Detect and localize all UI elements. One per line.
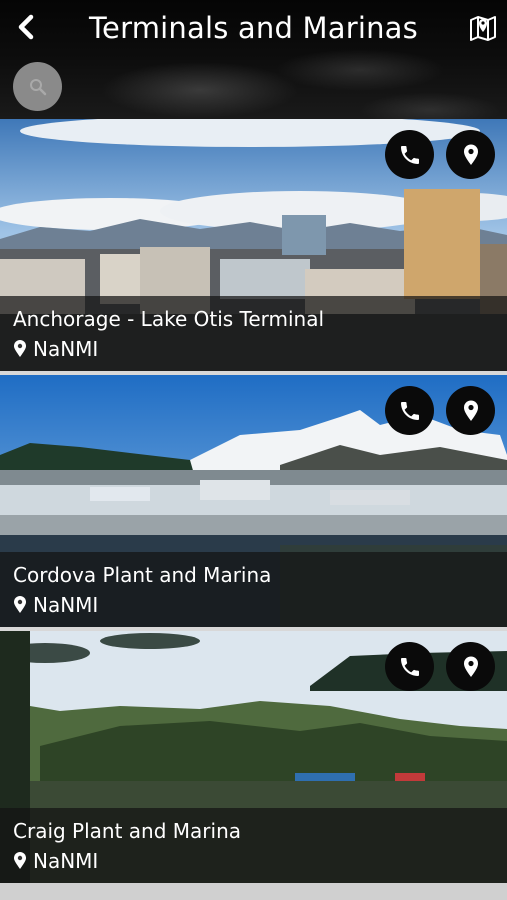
directions-button[interactable] (446, 642, 495, 691)
phone-icon (400, 145, 419, 164)
call-button[interactable] (385, 642, 434, 691)
terminal-card-anchorage[interactable]: Anchorage - Lake Otis Terminal NaNMI (0, 119, 507, 371)
phone-icon (400, 401, 419, 420)
map-pin-icon (463, 656, 478, 677)
page-title: Terminals and Marinas (89, 11, 418, 45)
header: Terminals and Marinas (0, 0, 507, 119)
call-button[interactable] (385, 386, 434, 435)
card-divider (0, 883, 507, 900)
map-pin-icon (14, 852, 26, 869)
terminal-card-craig[interactable]: Craig Plant and Marina NaNMI (0, 631, 507, 883)
directions-button[interactable] (446, 386, 495, 435)
terminal-name: Craig Plant and Marina (13, 819, 242, 843)
directions-button[interactable] (446, 130, 495, 179)
call-button[interactable] (385, 130, 434, 179)
terminal-location-label: NaNMI (33, 849, 99, 873)
terminal-location-label: NaNMI (33, 593, 99, 617)
search-icon (29, 78, 46, 95)
terminal-card-cordova[interactable]: Cordova Plant and Marina NaNMI (0, 375, 507, 627)
phone-icon (400, 657, 419, 676)
map-pin-icon (463, 400, 478, 421)
terminal-location: NaNMI (13, 337, 98, 361)
terminal-location: NaNMI (13, 593, 98, 617)
map-pin-icon (463, 144, 478, 165)
terminal-location: NaNMI (13, 849, 98, 873)
map-icon (470, 16, 496, 41)
search-button[interactable] (13, 62, 62, 111)
terminal-location-label: NaNMI (33, 337, 99, 361)
map-pin-icon (14, 340, 26, 357)
map-pin-icon (14, 596, 26, 613)
terminal-name: Anchorage - Lake Otis Terminal (13, 307, 325, 331)
terminal-name: Cordova Plant and Marina (13, 563, 272, 587)
map-button[interactable] (468, 12, 498, 42)
